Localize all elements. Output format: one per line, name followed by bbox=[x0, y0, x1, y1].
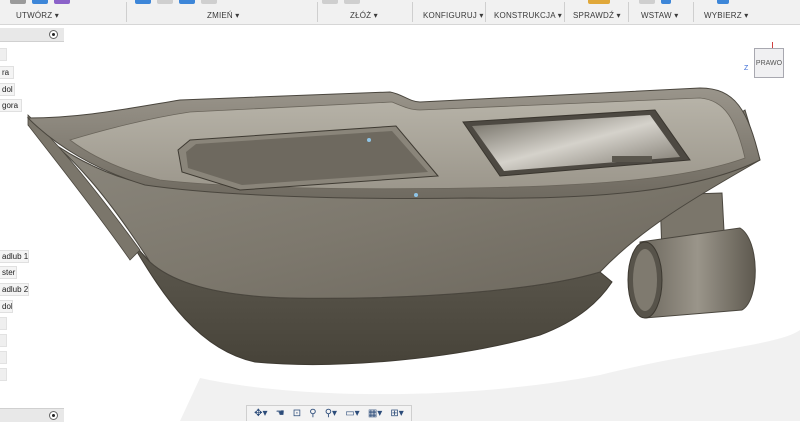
viewcube-face-right[interactable]: PRAWO bbox=[754, 48, 784, 78]
display-settings-icon[interactable]: ▭▾ bbox=[345, 407, 359, 421]
pan-icon[interactable]: ☚ bbox=[276, 407, 285, 421]
z-axis-label: Z bbox=[744, 65, 749, 72]
zoom-icon[interactable]: ⚲ bbox=[309, 407, 316, 421]
model-viewport[interactable] bbox=[0, 0, 800, 421]
orbit-icon[interactable]: ✥▾ bbox=[254, 407, 267, 421]
grid-icon[interactable]: ▦▾ bbox=[368, 407, 382, 421]
sketch-point-icon bbox=[367, 138, 371, 142]
viewports-icon[interactable]: ⊞▾ bbox=[390, 407, 403, 421]
viewcube[interactable]: PRAWO Z bbox=[742, 40, 792, 90]
rear-compartment-bracket bbox=[612, 156, 652, 162]
zoom-window-icon[interactable]: ⚲▾ bbox=[325, 407, 337, 421]
sketch-point-icon bbox=[414, 193, 418, 197]
motor-tube-inner bbox=[633, 249, 657, 311]
navigation-bar: ✥▾ ☚ ⊡ ⚲ ⚲▾ ▭▾ ▦▾ ⊞▾ bbox=[246, 405, 412, 421]
look-at-icon[interactable]: ⊡ bbox=[293, 407, 301, 421]
